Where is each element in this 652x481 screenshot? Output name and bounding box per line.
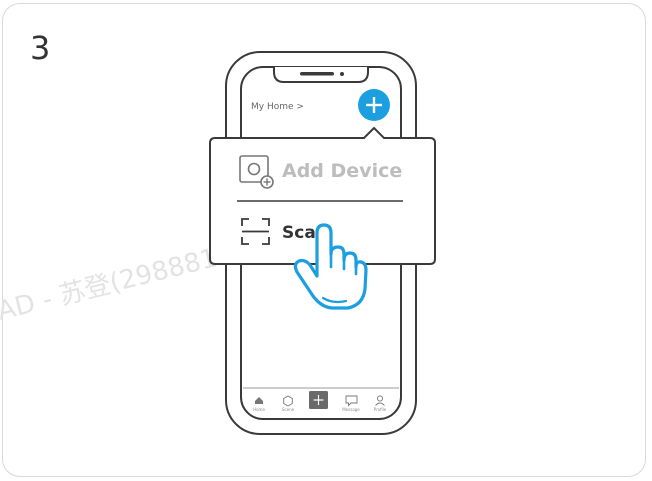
phone-illustration: AD - 苏登(2988810 My Home > Add Device Sca… — [0, 51, 436, 435]
tab-add[interactable] — [309, 391, 328, 409]
instruction-illustration: 3 AD - 苏登(2988810 My Home > Add Device S… — [0, 0, 652, 481]
tab-home-label: Home — [253, 407, 265, 412]
watermark-text: AD - 苏登(2988810 — [0, 239, 236, 327]
add-device-label: Add Device — [282, 160, 402, 182]
add-button[interactable] — [358, 89, 390, 121]
tab-profile-label: Profile — [374, 407, 387, 412]
tab-scene-label: Scene — [282, 407, 295, 412]
tab-message-label: Message — [342, 407, 360, 412]
speaker-grille — [300, 72, 334, 76]
front-camera — [340, 72, 344, 76]
my-home-link[interactable]: My Home > — [251, 102, 304, 112]
